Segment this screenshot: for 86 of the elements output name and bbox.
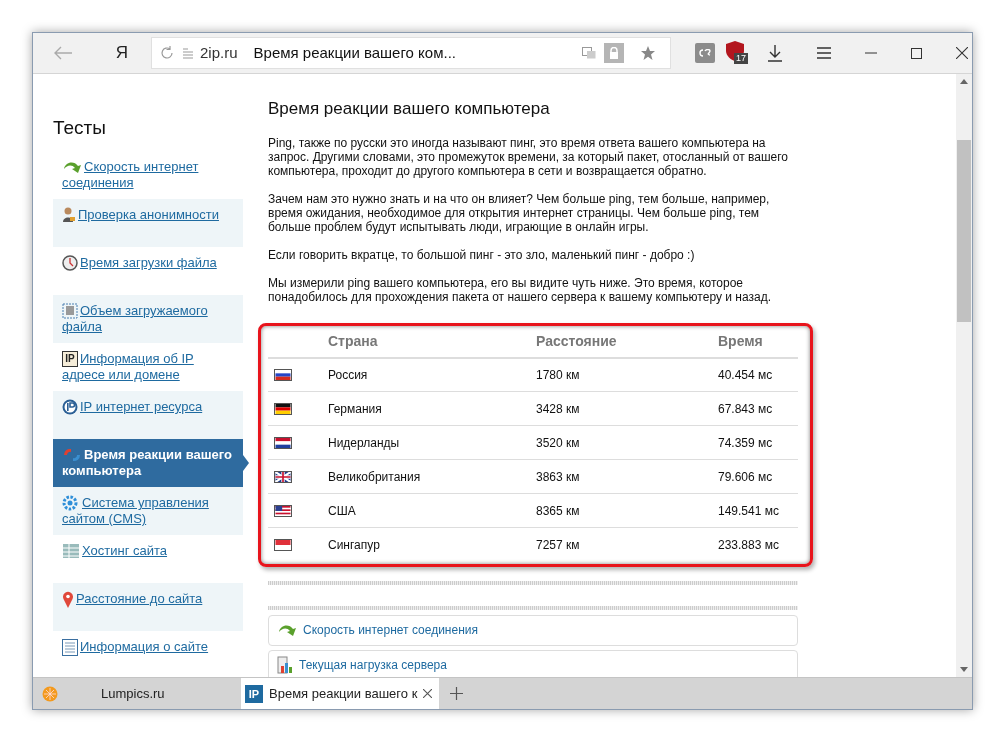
new-tab-icon[interactable]	[450, 687, 463, 700]
table-cell: 7257 км	[536, 527, 718, 562]
tab-title: Время реакции вашего к	[269, 684, 418, 703]
table-cell: Нидерланды	[328, 425, 536, 460]
sidebar-item[interactable]: Время реакции вашего компьютера	[53, 439, 243, 487]
sidebar-item[interactable]: Проверка анонимности	[53, 199, 243, 247]
table-cell: 3428 км	[536, 391, 718, 426]
flag-icon	[274, 538, 292, 551]
star-icon[interactable]	[640, 45, 656, 61]
sidebar-item[interactable]: Время загрузки файла	[53, 247, 243, 295]
table-cell: Великобритания	[328, 459, 536, 494]
extension-icon[interactable]	[695, 43, 715, 63]
table-cell: 79.606 мс	[718, 459, 798, 494]
table-cell: 8365 км	[536, 493, 718, 528]
table-cell: Россия	[328, 357, 536, 392]
sidebar-item[interactable]: Система управления сайтом (CMS)	[53, 487, 243, 535]
column-header: Расстояние	[536, 325, 718, 358]
map-pin-icon	[62, 591, 74, 609]
related-link[interactable]: Скорость интернет соединения	[268, 614, 798, 646]
menu-icon[interactable]	[817, 47, 831, 59]
table-cell: 74.359 мс	[718, 425, 798, 460]
browser-logo[interactable]: Я	[93, 40, 151, 66]
tab-favicon: IP	[245, 684, 263, 703]
article-paragraph: Мы измерили ping вашего компьютера, его вы видите чуть ниже. Это время, которое понадобилось для прохождения пакета от нашего сервера к вашему компьютеру и назад.	[268, 275, 772, 304]
close-tab-icon[interactable]	[423, 689, 433, 698]
maximize-icon[interactable]	[911, 47, 922, 59]
document-icon	[62, 639, 78, 656]
sidebar-item[interactable]: Хостинг сайта	[53, 535, 243, 583]
browser-tab[interactable]: Lumpics.ru	[58, 678, 241, 709]
sidebar-title: Тесты	[53, 116, 107, 140]
ip-globe-icon	[62, 399, 78, 415]
scrollbar[interactable]	[956, 74, 972, 677]
article-title: Время реакции вашего компьютера	[268, 98, 551, 120]
table-cell: 149.541 мс	[718, 493, 798, 528]
arrow-icon	[277, 622, 297, 638]
download-icon[interactable]	[767, 44, 783, 62]
tab-title: Lumpics.ru	[101, 684, 165, 703]
address-domain: 2ip.ru	[200, 42, 238, 63]
pointer-triangle-icon	[243, 455, 249, 471]
table-cell: США	[328, 493, 536, 528]
column-header: Страна	[328, 325, 536, 358]
arrow-icon	[62, 159, 82, 175]
refresh-arrows-icon	[62, 447, 82, 463]
reload-icon[interactable]	[160, 46, 174, 60]
sidebar-item[interactable]: Объем загружаемого файла	[53, 295, 243, 343]
file-icon	[62, 303, 78, 319]
browser-tab[interactable]: IP Время реакции вашего к	[241, 678, 439, 709]
gear-icon	[62, 495, 80, 511]
ip-icon: IP	[62, 351, 78, 367]
sidebar-item[interactable]: Скорость интернет соединения	[53, 151, 243, 199]
table-cell: 40.454 мс	[718, 357, 798, 392]
article-paragraph: Зачем нам это нужно знать и на что он влияет? Чем больше ping, тем больше, например, время ожидания, необходимое для открытия интернет страницы. Чем больше ping, тем больше проблем будут испытывать люди, играющие в онлайн игры.	[268, 191, 771, 234]
flag-icon	[274, 470, 292, 483]
flag-icon	[274, 368, 292, 381]
person-icon	[62, 207, 76, 223]
translate-icon[interactable]	[582, 47, 596, 59]
sidebar-item[interactable]: IP интернет ресурса	[53, 391, 243, 439]
table-cell: 67.843 мс	[718, 391, 798, 426]
back-arrow-icon	[53, 46, 73, 60]
clock-icon	[62, 255, 78, 271]
scroll-down-icon[interactable]	[960, 667, 968, 672]
table-cell: Германия	[328, 391, 536, 426]
scroll-up-icon[interactable]	[960, 79, 968, 84]
flag-icon	[274, 436, 292, 449]
table-cell: 3520 км	[536, 425, 718, 460]
fruit-slice-icon	[42, 685, 58, 702]
flag-icon	[274, 402, 292, 415]
scrollbar-thumb[interactable]	[957, 140, 971, 322]
sidebar-item[interactable]: Информация о сайте	[53, 631, 243, 677]
address-page-title: Время реакции вашего ком...	[253, 42, 456, 63]
lock-icon[interactable]	[604, 43, 624, 63]
sidebar-item[interactable]: IP Информация об IP адресе или домене	[53, 343, 243, 391]
table-cell: 3863 км	[536, 459, 718, 494]
close-icon[interactable]	[956, 47, 968, 59]
table-cell: Сингапур	[328, 527, 536, 562]
extension-badge: 17	[734, 53, 748, 64]
flag-icon	[274, 504, 292, 517]
table-cell: 233.883 мс	[718, 527, 798, 562]
table-cell: 1780 км	[536, 357, 718, 392]
bar-chart-icon	[277, 656, 293, 674]
sidebar-item[interactable]: Расстояние до сайта	[53, 583, 243, 631]
server-icon	[62, 543, 80, 559]
article-paragraph: Если говорить вкратце, то большой пинг - это зло, маленький пинг - добро :)	[268, 247, 696, 262]
column-header: Время	[718, 325, 798, 358]
article-paragraph: Ping, также по русски это иногда называют пинг, это время ответа вашего компьютера на запрос. Другими словами, это промежуток времени, за который пакет, отосланный от вашего компьютера, проходит до другого компьютера в сети и возвращается обратно.	[268, 135, 789, 178]
address-bar[interactable]: 2ip.ru Время реакции вашего ком...	[151, 37, 671, 69]
